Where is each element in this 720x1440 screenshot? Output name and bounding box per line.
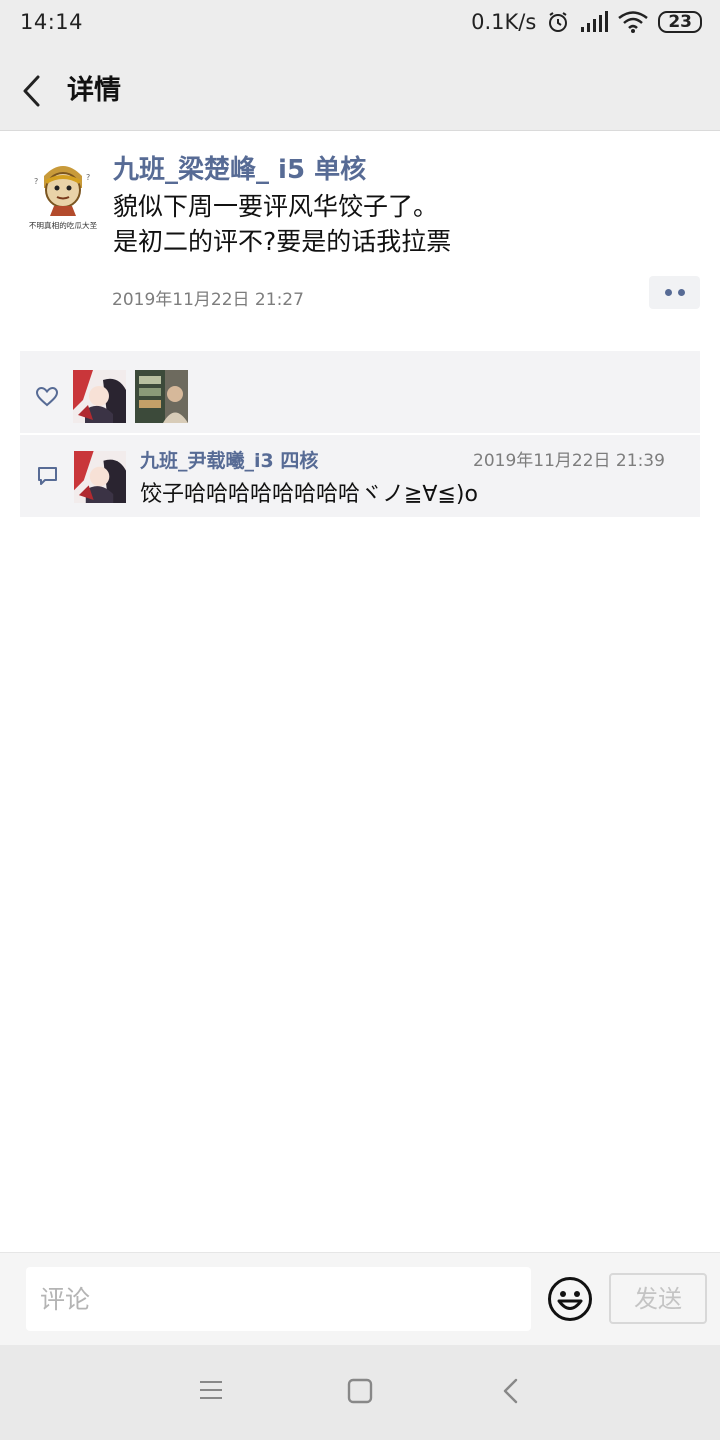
alarm-icon: [549, 12, 568, 32]
more-dot-icon: [664, 289, 672, 296]
post-timestamp: 2019年11月22日 21:27: [112, 290, 304, 310]
comment-text: 饺子哈哈哈哈哈哈哈哈ヾノ≧∀≦)o: [140, 482, 478, 507]
post-content: 貌似下周一要评风华饺子了。 是初二的评不?要是的话我拉票: [113, 192, 452, 256]
more-dot-icon: [677, 289, 685, 296]
status-right: 0.1K/s 23: [471, 10, 702, 34]
top-bar: 详情: [0, 48, 720, 131]
send-button[interactable]: 发送: [609, 1273, 707, 1324]
back-chevron-icon[interactable]: [18, 74, 48, 108]
heart-icon: [36, 387, 58, 407]
post-author-name[interactable]: 九班_梁楚峰_ i5 单核: [113, 149, 366, 186]
battery-icon: 23: [658, 11, 702, 33]
monkey-king-avatar-image: ? ? 不明真相的吃瓜大圣: [24, 154, 102, 232]
anime-avatar-image: [73, 370, 126, 423]
home-square-icon[interactable]: [347, 1378, 373, 1404]
more-actions-button[interactable]: [649, 276, 700, 309]
page-title: 详情: [67, 75, 121, 106]
status-time: 14:14: [20, 10, 84, 34]
author-avatar[interactable]: ? ? 不明真相的吃瓜大圣: [24, 154, 102, 232]
comment-icon: [38, 467, 57, 485]
like-avatar[interactable]: [73, 370, 126, 423]
network-speed: 0.1K/s: [471, 10, 537, 34]
interactions-panel: 九班_尹载曦_i3 四核 2019年11月22日 21:39 饺子哈哈哈哈哈哈哈…: [20, 351, 700, 517]
likes-row: [20, 351, 700, 435]
emoji-icon[interactable]: [547, 1276, 593, 1322]
comment-input-bar: 发送: [0, 1252, 720, 1345]
commenter-avatar[interactable]: [74, 451, 126, 503]
menu-icon[interactable]: [199, 1378, 223, 1402]
back-nav-icon[interactable]: [502, 1378, 520, 1404]
status-bar: 14:14 0.1K/s 23: [0, 0, 720, 48]
svg-text:?: ?: [86, 173, 90, 182]
svg-text:?: ?: [34, 177, 38, 186]
avatar-caption: 不明真相的吃瓜大圣: [29, 220, 98, 230]
system-nav-bar: [0, 1345, 720, 1440]
photo-avatar-image: [135, 370, 188, 423]
commenter-name[interactable]: 九班_尹载曦_i3 四核: [140, 446, 318, 473]
wifi-icon: [618, 11, 649, 33]
comment-input[interactable]: [26, 1267, 531, 1331]
like-avatar[interactable]: [135, 370, 188, 423]
signal-icon: [581, 11, 609, 32]
comment-timestamp: 2019年11月22日 21:39: [473, 451, 665, 471]
anime-avatar-image: [74, 451, 126, 503]
comment-row[interactable]: 九班_尹载曦_i3 四核 2019年11月22日 21:39 饺子哈哈哈哈哈哈哈…: [20, 435, 700, 517]
